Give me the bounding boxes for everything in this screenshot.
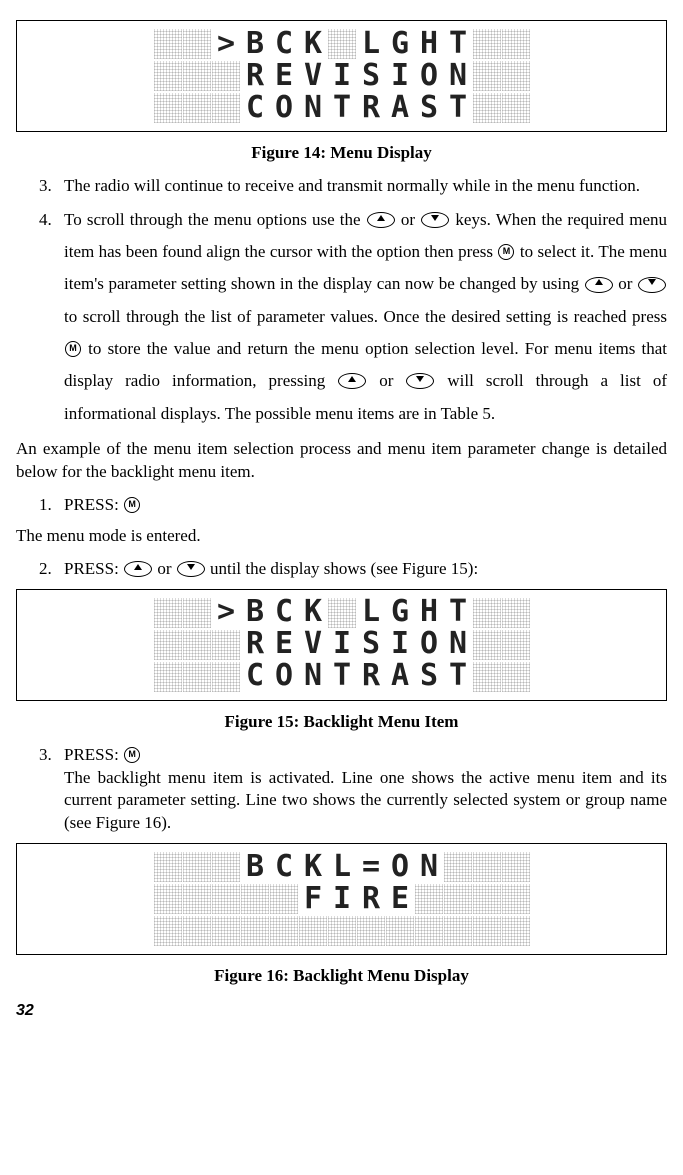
lcd-row: CONTRAST <box>17 93 666 123</box>
lcd-row <box>17 916 666 946</box>
lcd-row: >BCKLGHT <box>17 29 666 59</box>
text: or <box>153 559 176 578</box>
m-key-icon: M <box>498 244 514 260</box>
example-paragraph: An example of the menu item selection pr… <box>16 438 667 484</box>
lcd-row: BCKL=ON <box>17 852 666 882</box>
up-key-icon <box>124 561 152 577</box>
text: or <box>614 274 637 293</box>
up-key-icon <box>367 212 395 228</box>
up-key-icon <box>338 373 366 389</box>
m-key-icon: M <box>124 747 140 763</box>
figure-14-caption: Figure 14: Menu Display <box>16 142 667 165</box>
substep-2: PRESS: or until the display shows (see F… <box>56 558 667 581</box>
substep-3: PRESS: M The backlight menu item is acti… <box>56 744 667 836</box>
figure-15-display: >BCKLGHT REVISION CONTRAST <box>16 589 667 701</box>
down-key-icon <box>421 212 449 228</box>
text: or <box>367 371 405 390</box>
text: The backlight menu item is activated. Li… <box>64 768 667 833</box>
figure-16-display: BCKL=ON FIRE <box>16 843 667 955</box>
text: PRESS: <box>64 745 123 764</box>
substep-1-after: The menu mode is entered. <box>16 525 667 548</box>
substep-1: PRESS: M <box>56 494 667 517</box>
down-key-icon <box>177 561 205 577</box>
lcd-row: CONTRAST <box>17 662 666 692</box>
lcd-row: REVISION <box>17 630 666 660</box>
lcd-row: >BCKLGHT <box>17 598 666 628</box>
page-number: 32 <box>16 1000 667 1022</box>
text: PRESS: <box>64 559 123 578</box>
text: or <box>396 210 421 229</box>
figure-16-caption: Figure 16: Backlight Menu Display <box>16 965 667 988</box>
step-4: To scroll through the menu options use t… <box>56 204 667 430</box>
up-key-icon <box>585 277 613 293</box>
text: until the display shows (see Figure 15): <box>206 559 478 578</box>
text: PRESS: <box>64 495 123 514</box>
down-key-icon <box>638 277 666 293</box>
text: To scroll through the menu options use t… <box>64 210 366 229</box>
lcd-row: REVISION <box>17 61 666 91</box>
m-key-icon: M <box>124 497 140 513</box>
step-3: The radio will continue to receive and t… <box>56 175 667 198</box>
text: to scroll through the list of parameter … <box>64 307 667 326</box>
figure-15-caption: Figure 15: Backlight Menu Item <box>16 711 667 734</box>
figure-14-display: >BCKLGHT REVISION CONTRAST <box>16 20 667 132</box>
lcd-row: FIRE <box>17 884 666 914</box>
down-key-icon <box>406 373 434 389</box>
m-key-icon: M <box>65 341 81 357</box>
